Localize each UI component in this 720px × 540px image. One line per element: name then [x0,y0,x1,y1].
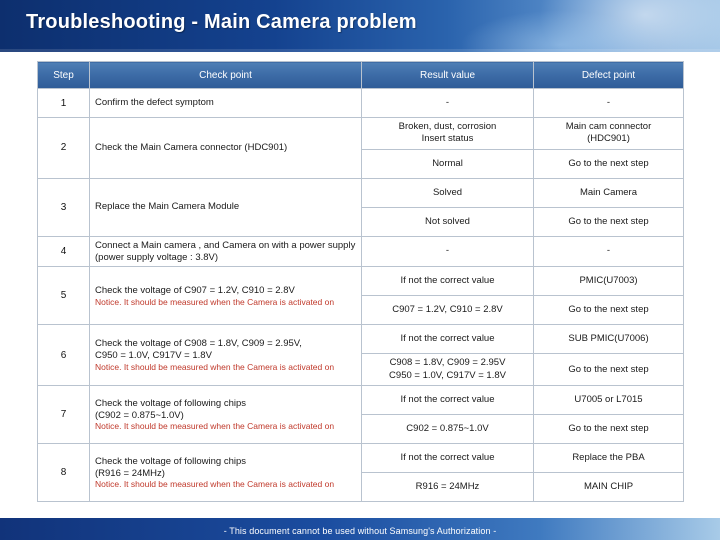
cell-step: 5 [37,266,90,326]
table-row: 7 Check the voltage of following chips (C… [37,385,684,445]
cell-result-value: Solved [361,177,534,208]
checkpoint-text: Check the Main Camera connector (HDC901) [95,141,288,153]
checkpoint-text: Check the voltage of following chips (C9… [95,397,247,421]
cell-result-value: - [361,235,534,268]
cell-step: 3 [37,177,90,237]
cell-result-value: R916 = 24MHz [361,472,534,503]
cell-result-value: Broken, dust, corrosion Insert status [361,117,534,150]
cell-defect-point: U7005 or L7015 [533,385,684,416]
cell-result-value: - [361,88,534,118]
cell-defect-point: Go to the next step [533,148,684,179]
cell-checkpoint: Replace the Main Camera Module [89,177,362,237]
checkpoint-text: Confirm the defect symptom [95,97,214,109]
cell-checkpoint: Connect a Main camera , and Camera on wi… [89,235,362,268]
table-row: 8 Check the voltage of following chips (R… [37,443,684,503]
checkpoint-notice: Notice. It should be measured when the C… [95,296,335,307]
column-header-step: Step [37,61,90,89]
cell-result-value: C907 = 1.2V, C910 = 2.8V [361,295,534,326]
cell-step: 1 [37,88,90,118]
cell-defect-point: Replace the PBA [533,443,684,474]
cell-checkpoint: Confirm the defect symptom [89,88,362,118]
slide: Troubleshooting - Main Camera problem St… [0,0,720,540]
cell-defect-point: Go to the next step [533,206,684,237]
checkpoint-notice: Notice. It should be measured when the C… [95,421,335,432]
checkpoint-text: Check the voltage of C908 = 1.8V, C909 =… [95,338,302,362]
column-header-defect: Defect point [533,61,684,89]
table-header: Step Check point Result value Defect poi… [37,61,684,89]
cell-defect-point: - [533,88,684,118]
checkpoint-notice: Notice. It should be measured when the C… [95,362,335,373]
cell-result-value: Not solved [361,206,534,237]
cell-defect-point: Go to the next step [533,414,684,445]
troubleshooting-table-wrap: Step Check point Result value Defect poi… [37,61,684,503]
checkpoint-notice: Notice. It should be measured when the C… [95,479,335,490]
table-body: 1 Confirm the defect symptom - -2 Check the … [37,88,684,503]
cell-defect-point: Go to the next step [533,295,684,326]
cell-defect-point: Main Camera [533,177,684,208]
cell-checkpoint: Check the Main Camera connector (HDC901) [89,117,362,179]
table-row: 6 Check the voltage of C908 = 1.8V, C909 … [37,324,684,387]
cell-checkpoint: Check the voltage of C908 = 1.8V, C909 =… [89,324,362,387]
cell-defect-point: PMIC(U7003) [533,266,684,297]
table-row: 3 Replace the Main Camera Module Solved Mai… [37,177,684,237]
cell-result-value: C908 = 1.8V, C909 = 2.95V C950 = 1.0V, C… [361,353,534,387]
table-row: 1 Confirm the defect symptom - - [37,88,684,118]
header-glow-secondary [460,10,660,52]
cell-step: 4 [37,235,90,268]
table-row: 2 Check the Main Camera connector (HDC901… [37,117,684,179]
cell-checkpoint: Check the voltage of following chips (R9… [89,443,362,503]
cell-checkpoint: Check the voltage of following chips (C9… [89,385,362,445]
table-row: 5 Check the voltage of C907 = 1.2V, C910 … [37,266,684,326]
cell-result-value: Normal [361,148,534,179]
cell-checkpoint: Check the voltage of C907 = 1.2V, C910 =… [89,266,362,326]
header-bottom-stripe [0,49,720,52]
cell-result-value: C902 = 0.875~1.0V [361,414,534,445]
page-title: Troubleshooting - Main Camera problem [26,11,417,33]
column-header-result: Result value [361,61,534,89]
checkpoint-text: Check the voltage of C907 = 1.2V, C910 =… [95,284,295,296]
cell-defect-point: Go to the next step [533,353,684,387]
cell-defect-point: Main cam connector (HDC901) [533,117,684,150]
cell-result-value: If not the correct value [361,324,534,355]
cell-defect-point: - [533,235,684,268]
cell-result-value: If not the correct value [361,266,534,297]
cell-result-value: If not the correct value [361,443,534,474]
cell-step: 6 [37,324,90,387]
cell-step: 8 [37,443,90,503]
footer-note: - This document cannot be used without S… [223,526,497,536]
cell-defect-point: MAIN CHIP [533,472,684,503]
cell-step: 7 [37,385,90,445]
checkpoint-text: Replace the Main Camera Module [95,201,240,213]
column-header-checkpoint: Check point [89,61,362,89]
cell-step: 2 [37,117,90,179]
table-header-row: Step Check point Result value Defect poi… [37,61,684,89]
cell-result-value: If not the correct value [361,385,534,416]
checkpoint-text: Connect a Main camera , and Camera on wi… [95,239,356,263]
troubleshooting-table: Step Check point Result value Defect poi… [37,61,684,503]
checkpoint-text: Check the voltage of following chips (R9… [95,455,247,479]
cell-defect-point: SUB PMIC(U7006) [533,324,684,355]
table-row: 4 Connect a Main camera , and Camera on w… [37,235,684,268]
